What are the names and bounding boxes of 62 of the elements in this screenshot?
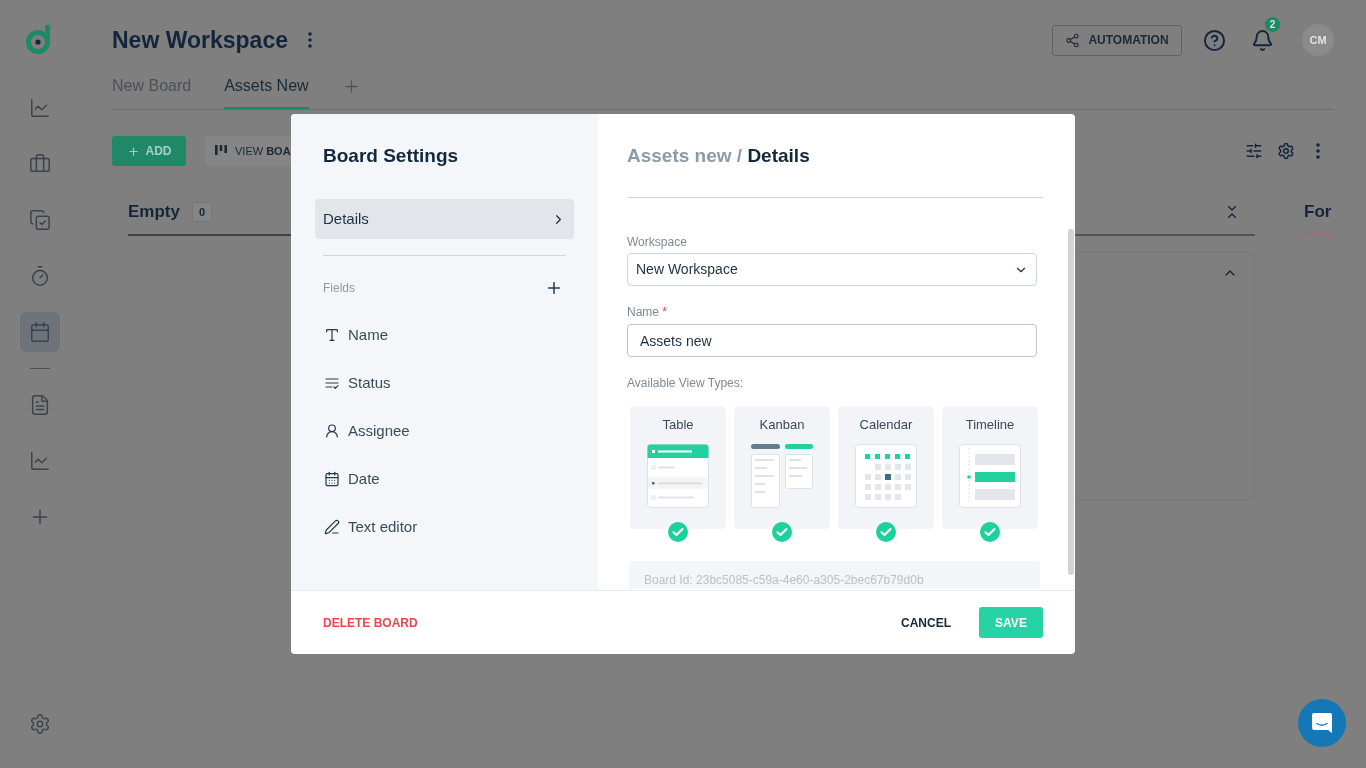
plus-icon xyxy=(126,144,140,158)
dialog-title: Board Settings xyxy=(322,144,460,168)
view-type-card[interactable]: Calendar xyxy=(838,406,934,529)
workspace-label: Workspace xyxy=(627,234,688,250)
settings-icon xyxy=(29,713,51,735)
name-input[interactable]: Assets new xyxy=(627,324,1037,357)
timeline-view-drawing xyxy=(959,444,1021,508)
add-field-button[interactable] xyxy=(545,279,563,297)
chat-icon xyxy=(1311,712,1333,734)
column-title: Empty xyxy=(128,201,180,224)
list-check-icon xyxy=(324,375,340,391)
bell-icon xyxy=(1250,28,1274,52)
automation-button[interactable]: AUTOMATION xyxy=(1052,24,1182,56)
field-item[interactable]: Status xyxy=(315,359,574,407)
columns-icon xyxy=(215,145,227,157)
sidebar-nav-button[interactable] xyxy=(20,312,60,352)
workspace-select[interactable]: New Workspace xyxy=(627,253,1037,286)
help-icon xyxy=(1202,28,1226,52)
breadcrumb-title: Assets new / Details xyxy=(627,144,811,168)
line-chart-icon xyxy=(29,97,51,119)
document-icon xyxy=(29,394,51,416)
view-types-label: Available View Types: xyxy=(627,375,745,391)
field-item[interactable]: Date xyxy=(315,455,574,503)
view-type-card[interactable]: Table xyxy=(630,406,726,529)
checked-copy-icon xyxy=(29,209,51,231)
calendar-icon xyxy=(29,321,51,343)
view-type-card[interactable]: Timeline xyxy=(942,406,1038,529)
line-chart-icon xyxy=(29,450,51,472)
delete-board-button[interactable]: DELETE BOARD xyxy=(323,613,418,632)
workspace-title: New Workspace xyxy=(112,26,288,54)
field-item[interactable]: Text editor xyxy=(315,503,574,551)
plus-icon xyxy=(545,279,563,297)
more-vertical-icon xyxy=(308,32,312,48)
more-vertical-icon xyxy=(1316,143,1320,159)
view-type-card[interactable]: Kanban xyxy=(734,406,830,529)
name-label: Name * xyxy=(627,304,669,320)
pen-icon xyxy=(324,519,340,535)
scrollbar-thumb[interactable] xyxy=(1068,229,1074,575)
field-item[interactable]: Assignee xyxy=(315,407,574,455)
chat-button[interactable] xyxy=(1298,699,1346,747)
count-badge: 0 xyxy=(191,201,213,223)
notification-badge: 2 xyxy=(1265,17,1280,32)
cancel-button[interactable]: CANCEL xyxy=(901,613,951,632)
nodes-icon xyxy=(1065,32,1081,48)
board-tab[interactable]: Assets New xyxy=(224,64,309,109)
settings-icon xyxy=(1277,142,1295,160)
calendar-icon xyxy=(324,471,340,487)
column-title: For xyxy=(1304,190,1332,236)
table-view-drawing xyxy=(647,444,709,508)
kanban-view-drawing xyxy=(751,444,813,508)
stopwatch-icon xyxy=(29,265,51,287)
person-icon xyxy=(324,423,340,439)
view-board-button[interactable]: VIEW BOA xyxy=(205,136,291,166)
fields-label: Fields xyxy=(323,280,355,297)
notifications-button[interactable] xyxy=(1250,28,1274,52)
briefcase-icon xyxy=(29,153,51,175)
text-type-icon xyxy=(324,327,340,343)
sliders-icon xyxy=(1245,142,1263,160)
help-button[interactable] xyxy=(1202,28,1226,52)
calendar-view-drawing xyxy=(855,444,917,508)
field-item[interactable]: Name xyxy=(315,311,574,359)
settings-nav-item[interactable]: Details xyxy=(315,199,574,239)
